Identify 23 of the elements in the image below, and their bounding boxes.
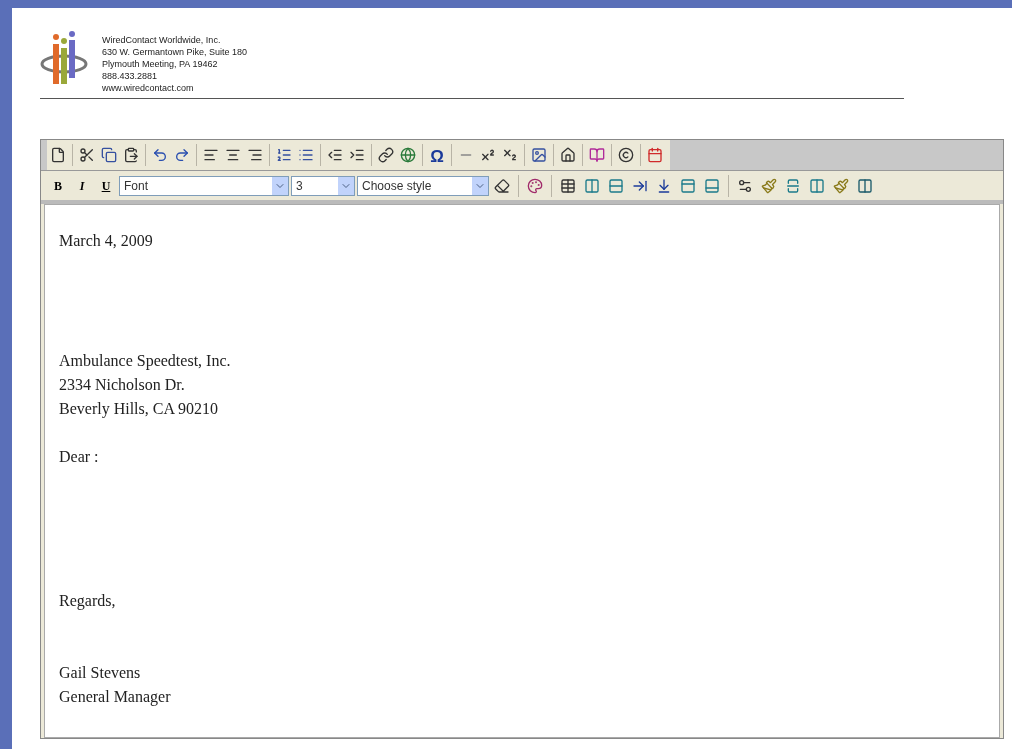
letterhead-line: www.wiredcontact.com bbox=[102, 82, 195, 94]
letter-text: General Manager bbox=[59, 688, 171, 705]
letter-text: Dear : bbox=[59, 448, 99, 465]
style-select[interactable]: Choose style bbox=[357, 175, 489, 196]
letterhead-line: 888.433.2881 bbox=[102, 70, 159, 82]
letter-text: Beverly Hills, CA 90210 bbox=[59, 400, 219, 417]
font-select[interactable]: Font bbox=[119, 175, 289, 196]
letterhead-line: Plymouth Meeting, PA 19462 bbox=[102, 58, 219, 70]
chevron-down-icon bbox=[472, 176, 488, 195]
letterhead-line: WiredContact Worldwide, Inc. bbox=[102, 34, 222, 46]
letter-text: Gail Stevens bbox=[59, 664, 141, 681]
size-select[interactable]: 3 bbox=[291, 175, 355, 196]
letter-text: Regards, bbox=[59, 592, 116, 609]
letter-text: March 4, 2009 bbox=[59, 232, 153, 249]
chevron-down-icon bbox=[338, 176, 354, 195]
bold-button[interactable]: B bbox=[47, 174, 69, 197]
italic-button[interactable]: I bbox=[71, 174, 93, 197]
letterhead-line: 630 W. Germantown Pike, Suite 180 bbox=[102, 46, 248, 58]
letter-text: 2334 Nicholson Dr. bbox=[59, 376, 185, 393]
letter-text: Ambulance Speedtest, Inc. bbox=[59, 352, 231, 369]
special-character-button[interactable]: Ω bbox=[426, 144, 448, 166]
underline-button[interactable]: U bbox=[95, 174, 117, 197]
chevron-down-icon bbox=[272, 176, 288, 195]
